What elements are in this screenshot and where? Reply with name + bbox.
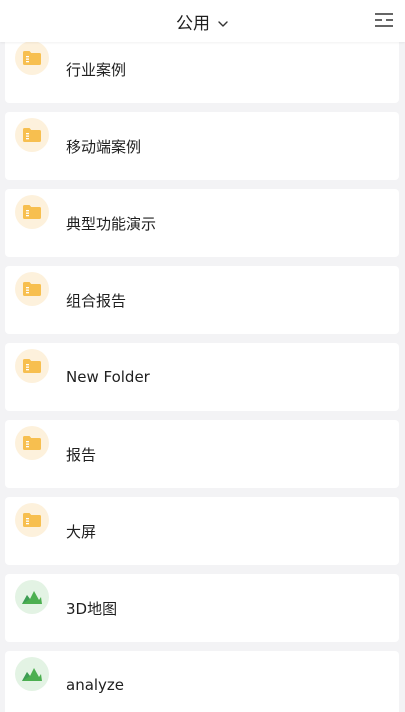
list-item-label: 报告 [66, 445, 97, 464]
folder-icon [15, 426, 49, 460]
list-item[interactable]: 报告 [5, 420, 399, 488]
folder-icon [15, 272, 49, 306]
folder-icon [15, 349, 49, 383]
list-item-label: 典型功能演示 [66, 214, 157, 233]
list-item-label: 行业案例 [66, 60, 127, 79]
list-item-label: analyze [66, 676, 125, 694]
list-item-label: 移动端案例 [66, 137, 142, 156]
list-item[interactable]: 典型功能演示 [5, 189, 399, 257]
list-item[interactable]: New Folder [5, 343, 399, 411]
list-item-label: 大屏 [66, 522, 97, 541]
list-menu-icon[interactable] [373, 9, 395, 31]
list-item[interactable]: 移动端案例 [5, 112, 399, 180]
list-item-label: 3D地图 [66, 599, 118, 618]
mountain-chart-icon [15, 657, 49, 691]
mountain-chart-icon [15, 580, 49, 614]
list-item[interactable]: analyze [5, 651, 399, 712]
top-bar: 公用 [0, 0, 405, 42]
page-title: 公用 [176, 13, 210, 34]
list-item-label: 组合报告 [66, 291, 127, 310]
folder-icon [15, 41, 49, 75]
folder-selector[interactable]: 公用 [0, 0, 405, 42]
folder-icon [15, 503, 49, 537]
list-item[interactable]: 行业案例 [5, 35, 399, 103]
chevron-down-icon [217, 15, 229, 27]
list-item-label: New Folder [66, 368, 150, 386]
folder-icon [15, 118, 49, 152]
list-item[interactable]: 大屏 [5, 497, 399, 565]
list-item[interactable]: 组合报告 [5, 266, 399, 334]
folder-icon [15, 195, 49, 229]
list-item[interactable]: 3D地图 [5, 574, 399, 642]
